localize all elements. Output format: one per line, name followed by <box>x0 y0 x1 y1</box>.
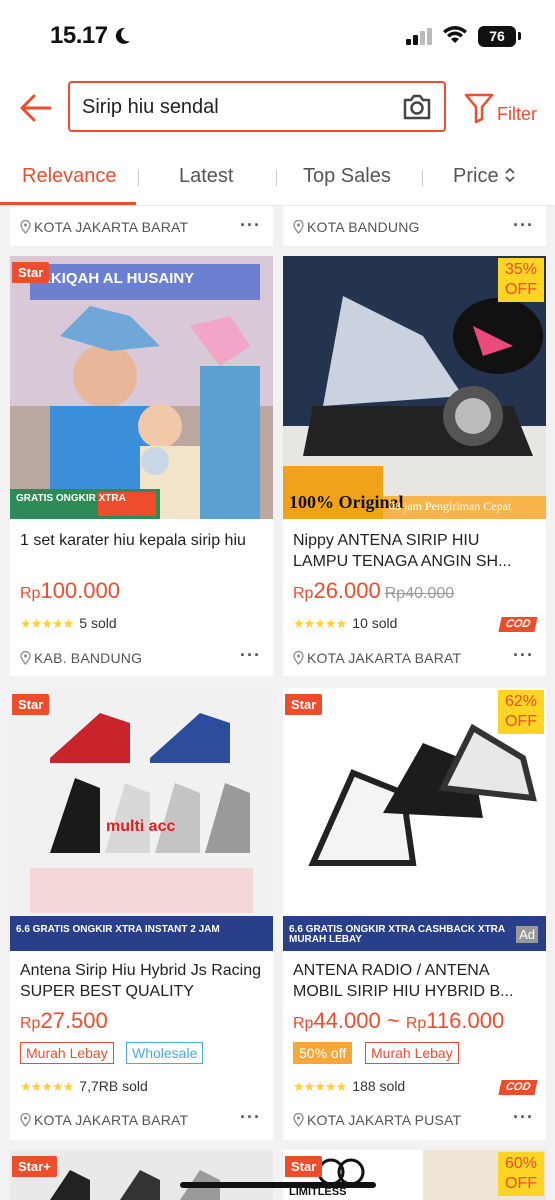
cod-badge: COD <box>498 1080 538 1095</box>
rating-sold: ★★★★★ 7,7RB sold <box>20 1078 148 1094</box>
seller-location: KOTA BANDUNG <box>293 219 420 235</box>
rating-sold: ★★★★★ 188 sold <box>293 1078 406 1094</box>
more-options-icon[interactable]: ··· <box>240 645 261 666</box>
star-badge: Star <box>285 694 323 715</box>
sort-updown-icon <box>505 167 515 183</box>
divider <box>138 170 139 186</box>
image-caption: AKIQAH AL HUSAINY <box>40 270 195 287</box>
battery-indicator: 76 <box>478 26 516 47</box>
signal-icon <box>406 28 432 45</box>
wifi-icon <box>443 26 467 43</box>
moon-icon <box>115 27 130 44</box>
product-card[interactable]: Star LIMITLESS 60% OFF <box>283 1150 546 1200</box>
seller-location: KOTA JAKARTA BARAT <box>293 650 461 666</box>
divider <box>276 170 277 186</box>
more-options-icon[interactable]: ··· <box>240 215 261 236</box>
tab-top-sales[interactable]: Top Sales <box>303 165 391 188</box>
product-title: ANTENA RADIO / ANTENA MOBIL SIRIP HIU HY… <box>293 962 514 1000</box>
product-card[interactable]: AKIQAH AL HUSAINY Star GRATIS ONGKIR XTR… <box>10 256 273 676</box>
seller-location: KOTA JAKARTA BARAT <box>20 1112 188 1128</box>
tab-relevance[interactable]: Relevance <box>22 165 117 188</box>
rating-sold: ★★★★★ 10 sold <box>293 615 398 631</box>
promo-label: 6.6 GRATIS ONGKIR XTRA CASHBACK XTRA MUR… <box>289 924 505 945</box>
more-options-icon[interactable]: ··· <box>513 1107 534 1128</box>
camera-icon[interactable] <box>402 93 432 121</box>
tab-price-label: Price <box>453 165 499 187</box>
active-tab-underline <box>0 202 136 205</box>
product-price: Rp27.500 <box>20 1008 108 1033</box>
rating-stars: ★★★★★ <box>20 616 74 631</box>
product-card-fragment[interactable]: KOTA JAKARTA BARAT ··· <box>10 206 273 246</box>
original-price: Rp40.000 <box>384 585 455 602</box>
search-query: Sirip hiu sendal <box>82 96 219 118</box>
divider <box>422 170 423 186</box>
filter-button[interactable]: Filter <box>464 90 544 130</box>
seller-location: KOTA JAKARTA PUSAT <box>293 1112 461 1128</box>
product-image <box>10 256 273 519</box>
status-time: 15.17 <box>50 22 108 49</box>
seller-location: KAB. BANDUNG <box>20 650 142 666</box>
rating-stars: ★★★★★ <box>20 1079 74 1094</box>
location-pin-icon <box>20 220 31 234</box>
back-arrow-icon[interactable] <box>16 88 56 128</box>
star-badge: Star <box>12 262 50 283</box>
home-indicator[interactable] <box>180 1182 376 1188</box>
location-pin-icon <box>293 651 304 665</box>
tab-price[interactable]: Price <box>453 165 516 188</box>
location-pin-icon <box>293 1113 304 1127</box>
ad-label: Ad <box>516 926 538 943</box>
product-card[interactable]: multi acc Star 6.6 GRATIS ONGKIR XTRA IN… <box>10 688 273 1140</box>
more-options-icon[interactable]: ··· <box>240 1107 261 1128</box>
discount-badge: 35% OFF <box>498 258 544 302</box>
image-caption: 48 jam Pengiriman Cepat <box>389 499 512 513</box>
location-pin-icon <box>20 1113 31 1127</box>
filter-label: Filter <box>497 104 537 124</box>
seller-location: KOTA JAKARTA BARAT <box>20 219 188 235</box>
promo-label: GRATIS ONGKIR XTRA <box>16 493 126 504</box>
more-options-icon[interactable]: ··· <box>513 215 534 236</box>
image-caption: multi acc <box>106 818 176 835</box>
tab-latest[interactable]: Latest <box>179 165 233 188</box>
sort-bar: Relevance Latest Top Sales Price <box>0 148 555 206</box>
product-price: Rp100.000 <box>20 578 120 603</box>
star-plus-badge: Star+ <box>12 1156 57 1177</box>
product-card[interactable]: Star 62% OFF 6.6 GRATIS ONGKIR XTRA CASHB… <box>283 688 546 1140</box>
cod-badge: COD <box>498 617 538 632</box>
product-title: Nippy ANTENA SIRIP HIU LAMPU TENAGA ANGI… <box>293 532 512 570</box>
wholesale-tag: Wholesale <box>126 1042 204 1064</box>
star-badge: Star <box>12 694 50 715</box>
product-title: Antena Sirip Hiu Hybrid Js Racing SUPER … <box>20 962 261 1000</box>
rating-stars: ★★★★★ <box>293 1079 347 1094</box>
star-badge: Star <box>285 1156 323 1177</box>
product-card-fragment[interactable]: KOTA BANDUNG ··· <box>283 206 546 246</box>
discount-badge: 60% OFF <box>498 1152 544 1196</box>
search-header: Sirip hiu sendal Filter <box>0 72 555 148</box>
product-card[interactable]: 100% Original 48 jam Pengiriman Cepat 35… <box>283 256 546 676</box>
discount-badge: 62% OFF <box>498 690 544 734</box>
more-options-icon[interactable]: ··· <box>513 645 534 666</box>
product-price: Rp26.000 Rp40.000 <box>293 578 455 603</box>
product-title: 1 set karater hiu kepala sirip hiu <box>20 532 246 549</box>
filter-icon <box>464 93 494 124</box>
image-caption: 100% Original <box>289 492 404 512</box>
discount-tag: 50% off <box>293 1042 353 1064</box>
location-pin-icon <box>20 651 31 665</box>
product-price: Rp44.000 ~ Rp116.000 <box>293 1008 505 1033</box>
search-input[interactable]: Sirip hiu sendal <box>68 81 446 132</box>
murah-lebay-tag: Murah Lebay <box>20 1042 114 1064</box>
status-bar: 15.17 76 <box>0 0 555 72</box>
promo-label: 6.6 GRATIS ONGKIR XTRA INSTANT 2 JAM <box>16 924 220 935</box>
rating-sold: ★★★★★ 5 sold <box>20 615 117 631</box>
product-card[interactable]: Star+ <box>10 1150 273 1200</box>
battery-nub <box>518 32 521 40</box>
murah-lebay-tag: Murah Lebay <box>365 1042 459 1064</box>
location-pin-icon <box>293 220 304 234</box>
rating-stars: ★★★★★ <box>293 616 347 631</box>
